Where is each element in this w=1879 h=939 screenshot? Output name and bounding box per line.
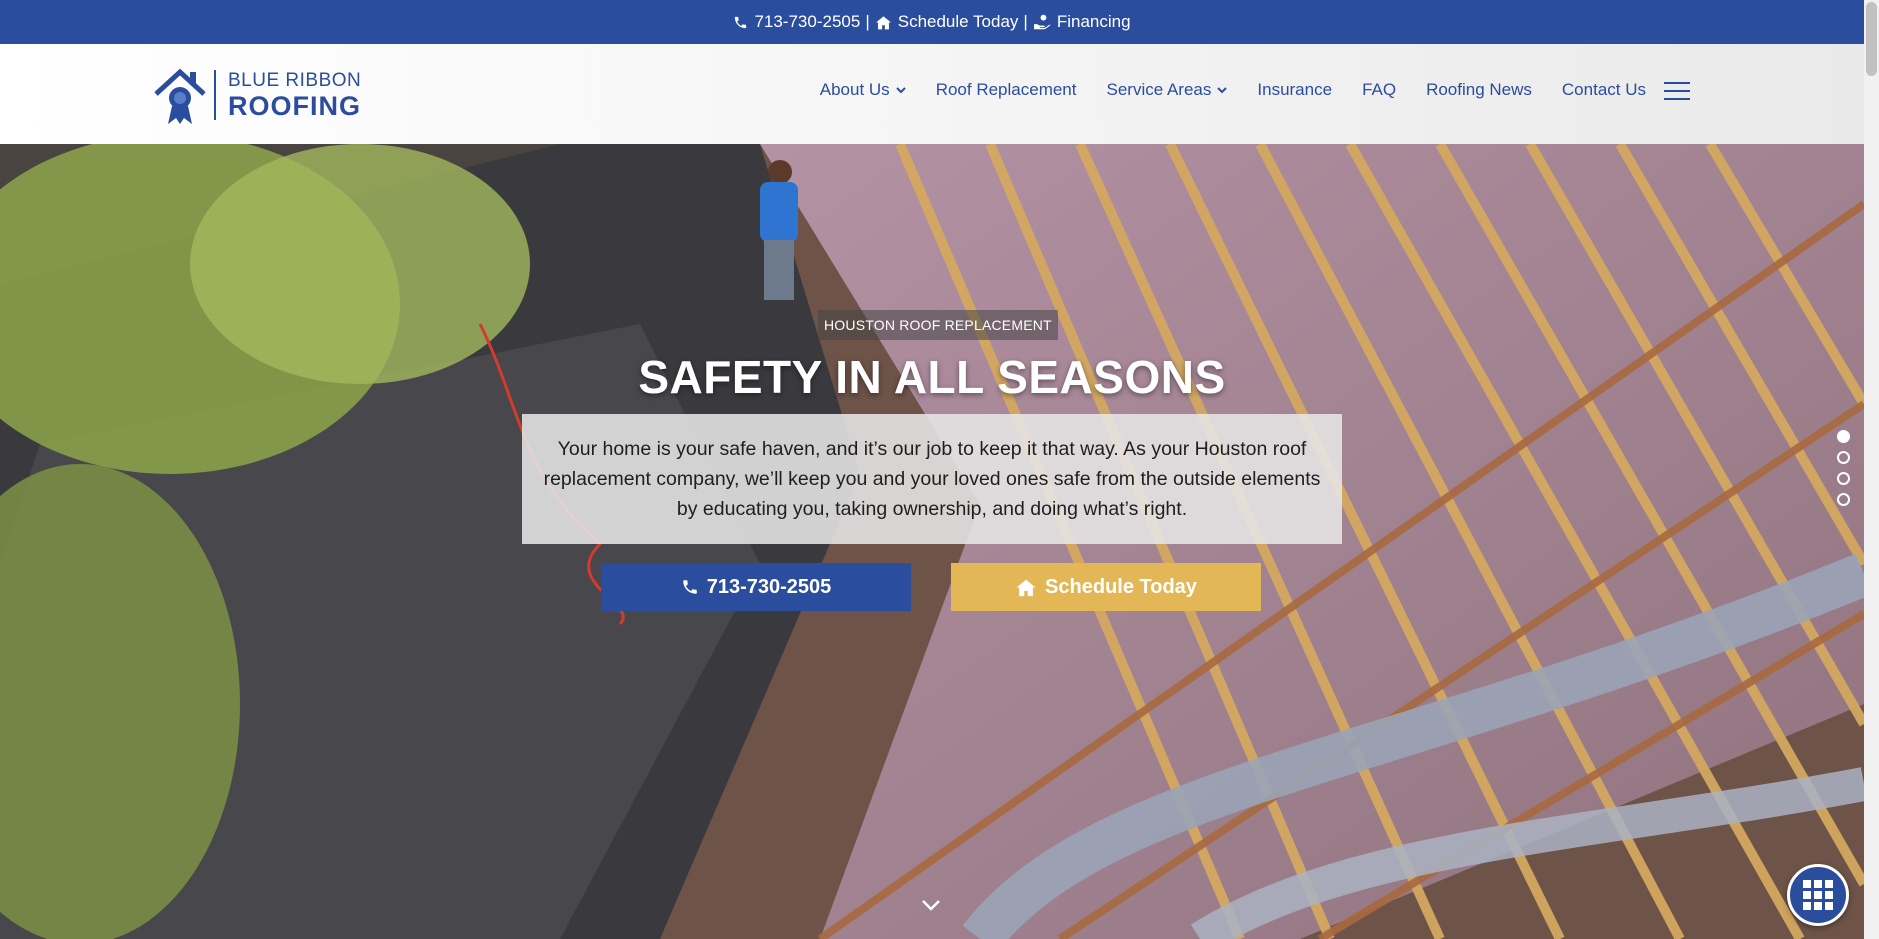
top-contact-bar: 713-730-2505 | Schedule Today | Financin…	[0, 0, 1864, 44]
nav-item-label: Roofing News	[1426, 80, 1532, 99]
chevron-down-icon	[1217, 87, 1228, 94]
nav-item-label: About Us	[819, 80, 890, 99]
topbar-financing-link[interactable]: Financing	[1033, 12, 1131, 32]
page-scrollbar[interactable]	[1864, 0, 1879, 939]
call-button[interactable]: 713-730-2505	[601, 563, 911, 611]
site-logo[interactable]: BLUE RIBBON ROOFING	[152, 64, 361, 126]
chevron-down-icon	[895, 87, 906, 94]
slider-dot-1[interactable]	[1837, 430, 1850, 443]
logo-line-1: BLUE RIBBON	[228, 69, 362, 91]
nav-item-insurance[interactable]: Insurance	[1257, 80, 1332, 100]
topbar-schedule-text: Schedule Today	[897, 12, 1019, 31]
chevron-down-icon[interactable]	[921, 898, 941, 912]
nav-item-service-areas[interactable]: Service Areas	[1107, 80, 1228, 100]
main-nav: About Us Roof Replacement Service Areas …	[820, 80, 1646, 100]
schedule-today-button[interactable]: Schedule Today	[951, 563, 1261, 611]
phone-icon	[682, 580, 697, 594]
hero-headline: SAFETY IN ALL SEASONS	[638, 351, 1226, 403]
topbar-phone-link[interactable]: 713-730-2505	[733, 12, 860, 32]
phone-icon	[735, 16, 747, 28]
nav-item-label: FAQ	[1362, 80, 1397, 99]
nav-item-about-us[interactable]: About Us	[820, 80, 906, 100]
slider-dots	[1837, 430, 1850, 506]
home-icon	[1016, 579, 1036, 596]
slider-dot-4[interactable]	[1837, 493, 1850, 506]
nav-item-roof-replacement[interactable]: Roof Replacement	[936, 80, 1077, 100]
quick-links-grid-button[interactable]	[1787, 864, 1849, 926]
hand-money-icon	[1033, 14, 1051, 30]
slider-dot-2[interactable]	[1837, 451, 1850, 464]
hamburger-menu-icon[interactable]	[1664, 82, 1690, 100]
nav-item-label: Insurance	[1257, 80, 1333, 99]
grid-icon	[1803, 880, 1833, 910]
nav-item-faq[interactable]: FAQ	[1362, 80, 1396, 100]
topbar-schedule-link[interactable]: Schedule Today	[875, 12, 1019, 32]
site-header: BLUE RIBBON ROOFING About Us Roof Replac…	[0, 44, 1864, 144]
logo-divider	[214, 70, 216, 120]
nav-item-label: Contact Us	[1561, 80, 1646, 99]
hero-slider: HOUSTON ROOF REPLACEMENT SAFETY IN ALL S…	[0, 144, 1864, 939]
home-icon	[875, 15, 891, 29]
hero-intro-text: Your home is your safe haven, and it’s o…	[522, 414, 1342, 544]
slider-dot-3[interactable]	[1837, 472, 1850, 485]
call-button-label: 713-730-2505	[706, 575, 832, 598]
scrollbar-thumb[interactable]	[1866, 2, 1877, 76]
topbar-separator: |	[865, 12, 870, 31]
topbar-separator: |	[1023, 12, 1028, 31]
topbar-financing-text: Financing	[1056, 12, 1131, 31]
nav-item-roofing-news[interactable]: Roofing News	[1426, 80, 1532, 100]
logo-line-2: ROOFING	[228, 90, 361, 121]
schedule-button-label: Schedule Today	[1045, 575, 1197, 598]
topbar-phone-text: 713-730-2505	[754, 12, 861, 31]
nav-item-label: Service Areas	[1106, 80, 1212, 99]
nav-item-contact-us[interactable]: Contact Us	[1562, 80, 1646, 100]
nav-item-label: Roof Replacement	[935, 80, 1077, 99]
hero-eyebrow: HOUSTON ROOF REPLACEMENT	[818, 310, 1058, 340]
house-ribbon-logo-icon	[154, 68, 206, 124]
